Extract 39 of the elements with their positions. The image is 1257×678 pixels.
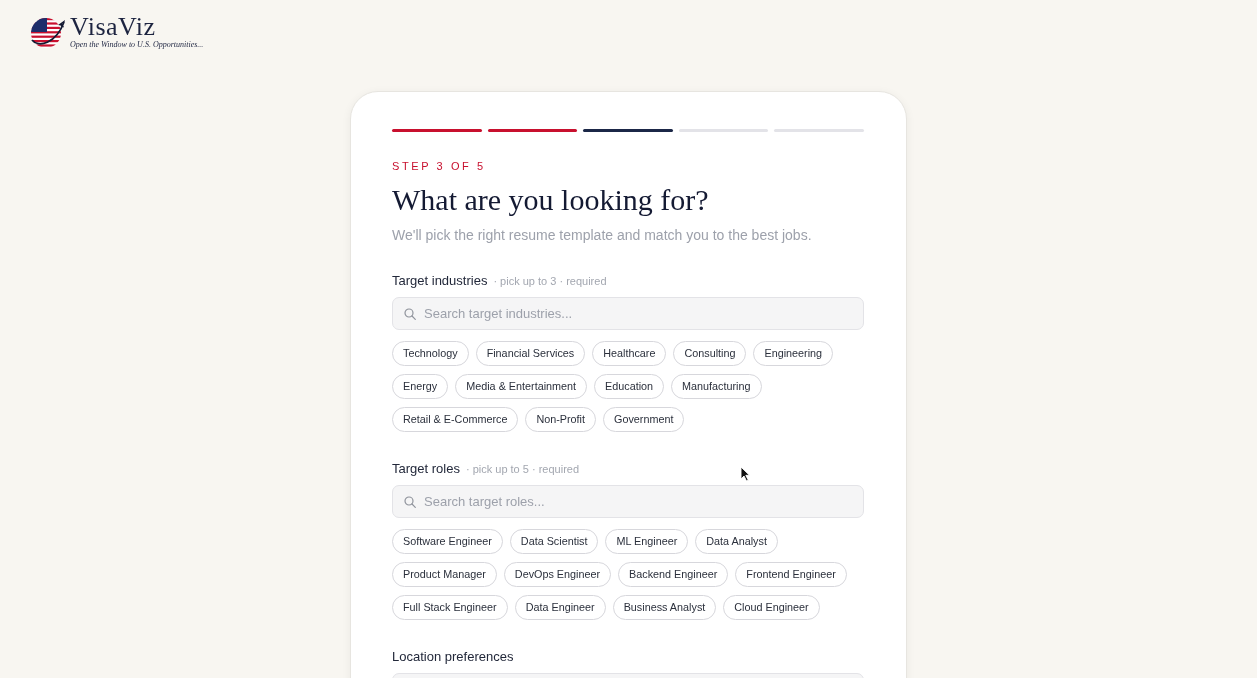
option-chip[interactable]: Energy bbox=[392, 374, 449, 399]
option-chip[interactable]: Non-Profit bbox=[525, 407, 596, 432]
section-hint: · pick up to 5 · required bbox=[465, 462, 580, 477]
section-label: Target industries bbox=[392, 272, 488, 290]
page-title: What are you looking for? bbox=[392, 182, 710, 218]
option-chip[interactable]: Business Analyst bbox=[612, 595, 717, 620]
option-chip[interactable]: Government bbox=[603, 407, 685, 432]
option-chip[interactable]: Backend Engineer bbox=[618, 562, 729, 587]
option-chip[interactable]: Media & Entertainment bbox=[455, 374, 588, 399]
logo-tagline: Open the Window to U.S. Opportunities... bbox=[70, 40, 204, 50]
option-chip[interactable]: Data Analyst bbox=[695, 529, 778, 554]
page-subtitle: We'll pick the right resume template and match you to the best jobs. bbox=[392, 226, 813, 244]
option-chip[interactable]: Data Engineer bbox=[514, 595, 606, 620]
option-chip[interactable]: DevOps Engineer bbox=[503, 562, 612, 587]
option-chip[interactable]: Retail & E-Commerce bbox=[392, 407, 519, 432]
option-chip[interactable]: Product Manager bbox=[392, 562, 497, 587]
option-chip[interactable]: Software Engineer bbox=[392, 529, 503, 554]
option-chip[interactable]: Financial Services bbox=[475, 341, 586, 366]
search-icon bbox=[404, 496, 416, 508]
option-chip[interactable]: ML Engineer bbox=[605, 529, 689, 554]
option-chip[interactable]: Engineering bbox=[753, 341, 834, 366]
option-chip[interactable]: Healthcare bbox=[592, 341, 667, 366]
option-chip[interactable]: Manufacturing bbox=[671, 374, 762, 399]
section-hint: · pick up to 3 · required bbox=[493, 274, 607, 289]
cursor-icon bbox=[740, 466, 750, 482]
option-chip[interactable]: Cloud Engineer bbox=[723, 595, 820, 620]
section-label: Location preferences bbox=[392, 648, 514, 666]
step-label: STEP 3 OF 5 bbox=[392, 159, 487, 173]
option-chip[interactable]: Data Scientist bbox=[509, 529, 599, 554]
option-chip[interactable]: Consulting bbox=[673, 341, 747, 366]
logo-wordmark: VisaViz bbox=[70, 14, 157, 40]
option-chip[interactable]: Frontend Engineer bbox=[735, 562, 847, 587]
search-field[interactable]: Search target industries... bbox=[392, 297, 864, 330]
option-chip[interactable]: Education bbox=[594, 374, 665, 399]
option-chip[interactable]: Full Stack Engineer bbox=[392, 595, 508, 620]
option-chip[interactable]: Technology bbox=[392, 341, 469, 366]
section-label: Target roles bbox=[392, 460, 460, 478]
search-field[interactable]: Search target roles... bbox=[392, 485, 864, 518]
search-icon bbox=[404, 308, 416, 320]
